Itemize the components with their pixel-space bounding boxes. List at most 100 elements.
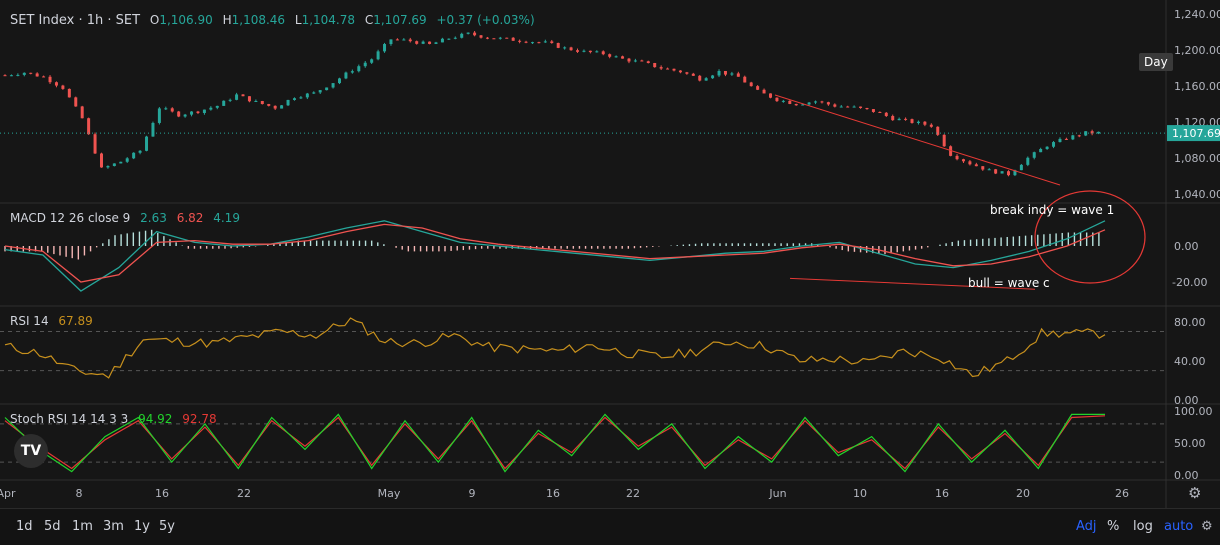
candle-body [563, 47, 567, 49]
axis-settings-icon[interactable]: ⚙ [1188, 484, 1201, 502]
candle-body [87, 118, 91, 135]
open-value: 1,106.90 [159, 13, 213, 27]
time-tick-label: 16 [935, 487, 949, 500]
signal-line [4, 223, 1106, 283]
candle-body [183, 114, 187, 117]
auto-button[interactable]: auto [1164, 519, 1193, 534]
candle-body [492, 38, 496, 40]
stoch-legend: Stoch RSI 14 14 3 3 94.92 92.78 [10, 412, 223, 426]
candle-body [923, 121, 927, 125]
stoch-d-value: 92.78 [182, 412, 217, 426]
rsi-label[interactable]: RSI 14 [10, 314, 49, 328]
candle-body [1019, 164, 1023, 171]
range-5y[interactable]: 5y [159, 519, 175, 534]
adjust-button[interactable]: Adj [1076, 519, 1097, 534]
rsi-value: 67.89 [58, 314, 93, 328]
candle-body [627, 58, 631, 62]
range-3m[interactable]: 3m [103, 519, 124, 534]
time-tick-label: 22 [237, 487, 251, 500]
percent-button[interactable]: % [1107, 519, 1119, 534]
candle-body [415, 41, 419, 44]
candle-body [768, 93, 772, 98]
price-tick-label: 1,080.00 [1174, 152, 1220, 165]
candle-body [16, 74, 20, 76]
candle-body [209, 107, 213, 110]
candle-body [852, 106, 856, 108]
candle-body [994, 169, 998, 174]
candle-body [524, 41, 528, 43]
symbol-label[interactable]: SET Index · 1h · SET [10, 13, 140, 28]
candle-body [363, 62, 367, 67]
main-legend: SET Index · 1h · SET O1,106.90 H1,108.46… [10, 13, 541, 28]
candle-body [54, 82, 58, 86]
last-price-label: 1,107.69 [1172, 127, 1220, 140]
candle-body [569, 47, 573, 51]
price-tick-label: 1,240.00 [1174, 8, 1220, 21]
candle-body [807, 102, 811, 105]
candle-body [164, 108, 168, 110]
candle-body [112, 163, 116, 167]
low-label: L [294, 13, 302, 27]
low-value: 1,104.78 [301, 13, 356, 27]
rsi-line [4, 317, 1106, 379]
candle-body [1052, 142, 1056, 147]
candle-body [576, 50, 580, 52]
candle-body [897, 118, 901, 121]
candle-body [1097, 131, 1101, 134]
time-tick-label: 22 [626, 487, 640, 500]
candle-body [891, 116, 895, 121]
candle-body [859, 106, 863, 108]
candle-body [299, 97, 303, 99]
candle-body [691, 73, 695, 76]
candle-body [588, 50, 592, 53]
candle-body [756, 86, 760, 90]
candle-body [1045, 146, 1049, 150]
candle-body [685, 72, 689, 74]
candle-body [498, 37, 502, 39]
candle-body [839, 106, 843, 108]
rsi-tick-label: 80.00 [1174, 316, 1206, 329]
candle-body [138, 150, 142, 153]
candle-body [170, 108, 174, 112]
log-button[interactable]: log [1133, 519, 1153, 534]
tradingview-logo[interactable]: TV [14, 434, 48, 468]
stoch-k-value: 94.92 [138, 412, 173, 426]
candle-body [202, 109, 206, 113]
candle-body [22, 72, 26, 75]
range-5d[interactable]: 5d [44, 519, 61, 534]
macd-legend: MACD 12 26 close 9 2.63 6.82 4.19 [10, 211, 246, 225]
candle-body [125, 158, 129, 162]
candle-body [273, 105, 277, 109]
range-1m[interactable]: 1m [72, 519, 93, 534]
candle-body [1007, 171, 1011, 176]
candle-body [473, 32, 477, 36]
settings-gear-icon[interactable]: ⚙ [1201, 519, 1213, 534]
stoch-tick-label: 100.00 [1174, 405, 1213, 418]
candle-body [344, 72, 348, 79]
range-1d[interactable]: 1d [16, 519, 33, 534]
candle-body [833, 104, 837, 107]
candle-body [222, 100, 226, 106]
candle-body [826, 102, 830, 105]
candle-body [666, 68, 670, 70]
range-1y[interactable]: 1y [134, 519, 150, 534]
rsi-legend: RSI 14 67.89 [10, 314, 99, 328]
candle-body [904, 118, 908, 120]
chart-canvas[interactable]: 1,240.001,200.001,160.001,120.001,080.00… [0, 0, 1220, 508]
candle-body [537, 42, 541, 44]
macd-value-3: 4.19 [213, 211, 240, 225]
candle-body [305, 93, 309, 98]
stoch-label[interactable]: Stoch RSI 14 14 3 3 [10, 412, 128, 426]
candle-body [1032, 152, 1036, 158]
candle-body [61, 85, 65, 89]
price-tick-label: 1,200.00 [1174, 44, 1220, 57]
close-value: 1,107.69 [373, 13, 427, 27]
candle-body [93, 134, 97, 154]
rsi-tick-label: 40.00 [1174, 355, 1206, 368]
macd-label[interactable]: MACD 12 26 close 9 [10, 211, 130, 225]
candle-body [678, 70, 682, 73]
candle-body [646, 61, 650, 64]
candle-body [99, 153, 103, 168]
candle-body [736, 73, 740, 77]
candle-body [428, 41, 432, 44]
